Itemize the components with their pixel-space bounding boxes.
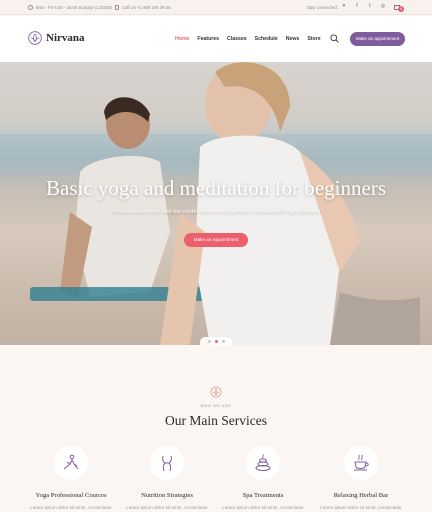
stay-connected-label: Stay connected:: [307, 5, 338, 10]
logo-text: Nirvana: [46, 32, 85, 44]
cart-button[interactable]: 0: [394, 3, 404, 12]
section-eyebrow: WHO WE ARE: [200, 404, 232, 408]
search-icon[interactable]: [330, 34, 339, 43]
twitter-icon[interactable]: ✦: [341, 3, 347, 9]
service-desc: Lorem ipsum dolor sit amet, consectetur: [30, 505, 112, 510]
services-section: WHO WE ARE Our Main Services Yoga Profes…: [0, 345, 432, 512]
service-name: Nutrition Strategies: [141, 492, 193, 499]
nav-schedule[interactable]: Schedule: [255, 36, 278, 42]
phone-icon: [115, 5, 119, 10]
hero-slider: Basic yoga and meditation for beginners …: [0, 62, 432, 345]
stay-connected-text: Stay connected:: [307, 5, 338, 10]
cart-count-badge: 0: [398, 6, 404, 12]
yoga-pose-icon: [63, 454, 79, 470]
body-nutrition-icon: [162, 455, 172, 472]
tumblr-icon[interactable]: t: [367, 3, 373, 9]
logo[interactable]: Nirvana: [28, 31, 85, 45]
section-title: Our Main Services: [165, 413, 267, 428]
slide-dot-1[interactable]: [207, 340, 211, 343]
service-icon-wrap: [246, 446, 280, 480]
instagram-icon[interactable]: ◎: [380, 3, 386, 9]
service-icon-wrap: [54, 446, 88, 480]
service-name: Yoga Professional Cources: [35, 492, 107, 499]
working-hours: Mon - Fri 6.00 - 18.00 Sunday CLOSED: [28, 5, 112, 10]
top-bar: Mon - Fri 6.00 - 18.00 Sunday CLOSED Cal…: [0, 0, 432, 15]
service-desc: Lorem ipsum dolor sit amet, consectetur: [126, 505, 208, 510]
site-header: Nirvana Home Features Classes Schedule N…: [0, 16, 432, 62]
facebook-icon[interactable]: f: [354, 3, 360, 9]
slide-dot-3[interactable]: [221, 340, 225, 343]
hero-subtitle: You are welcome to visit our center wher…: [111, 209, 321, 215]
make-appointment-button[interactable]: Make an appointment: [350, 32, 405, 46]
clock-icon: [28, 5, 33, 10]
nav-news[interactable]: News: [286, 36, 300, 42]
hero-title: Basic yoga and meditation for beginners: [46, 176, 386, 200]
nav-home[interactable]: Home: [175, 36, 189, 42]
service-name: Spa Treatments: [242, 492, 284, 499]
social-links: ✦ f t ◎: [341, 3, 386, 9]
hero-background-photo: [0, 62, 432, 345]
slide-dot-2[interactable]: [214, 340, 218, 343]
service-card-yoga[interactable]: Yoga Professional Cources Lorem ipsum do…: [21, 446, 121, 510]
main-nav: Home Features Classes Schedule News Stor…: [175, 36, 321, 42]
lotus-divider-icon: [210, 386, 222, 398]
service-card-nutrition[interactable]: Nutrition Strategies Lorem ipsum dolor s…: [117, 446, 217, 510]
nav-store[interactable]: Store: [307, 36, 320, 42]
service-icon-wrap: [344, 446, 378, 480]
hero-appointment-button[interactable]: Make an Appointment: [184, 233, 248, 247]
working-hours-text: Mon - Fri 6.00 - 18.00 Sunday CLOSED: [36, 5, 112, 10]
service-icon-wrap: [150, 446, 184, 480]
phone-text[interactable]: Call Us +1 800 245 39 25: [122, 5, 171, 10]
tea-cup-icon: [354, 454, 369, 471]
nav-classes[interactable]: Classes: [227, 36, 247, 42]
service-card-herbal-bar[interactable]: Relaxing Herbal Bar Lorem ipsum dolor si…: [311, 446, 411, 510]
service-name: Relaxing Herbal Bar: [333, 492, 389, 499]
lotus-logo-icon: [28, 31, 42, 45]
service-card-spa[interactable]: Spa Treatments Lorem ipsum dolor sit ame…: [213, 446, 313, 510]
slider-pagination: [200, 337, 232, 345]
spa-stones-icon: [255, 454, 271, 471]
service-desc: Lorem ipsum dolor sit amet, consectetur: [222, 505, 304, 510]
phone-info[interactable]: Call Us +1 800 245 39 25: [115, 5, 171, 10]
nav-features[interactable]: Features: [197, 36, 219, 42]
service-desc: Lorem ipsum dolor sit amet, consectetur: [320, 505, 402, 510]
